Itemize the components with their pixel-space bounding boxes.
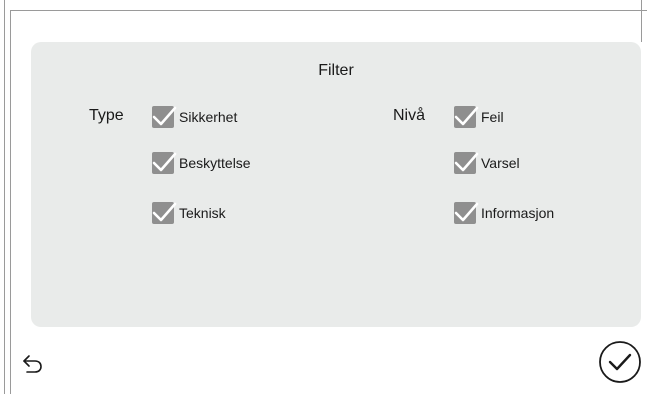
option-varsel[interactable]: Varsel	[454, 152, 520, 174]
option-label-feil: Feil	[481, 109, 504, 125]
window-border-left-outer	[4, 0, 5, 394]
checkmark-icon	[454, 106, 479, 126]
confirm-button[interactable]	[598, 340, 642, 384]
option-informasjon[interactable]: Informasjon	[454, 202, 554, 224]
option-beskyttelse[interactable]: Beskyttelse	[152, 152, 251, 174]
back-button[interactable]	[22, 353, 46, 375]
level-group-label: Nivå	[393, 107, 426, 124]
checkbox-beskyttelse[interactable]	[152, 152, 177, 174]
checkmark-icon	[152, 152, 177, 172]
window-border-top	[10, 10, 647, 11]
option-label-beskyttelse: Beskyttelse	[179, 155, 251, 171]
filter-screen: Filter Type Sikkerhet Beskyttelse Teknis…	[0, 0, 647, 394]
checkbox-teknisk[interactable]	[152, 202, 177, 224]
option-label-teknisk: Teknisk	[179, 205, 226, 221]
circle-check-icon	[599, 341, 641, 383]
option-sikkerhet[interactable]: Sikkerhet	[152, 106, 237, 128]
filter-panel: Filter Type Sikkerhet Beskyttelse Teknis…	[31, 42, 641, 327]
checkmark-icon	[152, 106, 177, 126]
checkbox-sikkerhet[interactable]	[152, 106, 177, 128]
option-label-informasjon: Informasjon	[481, 205, 555, 221]
back-arrow-icon	[23, 355, 42, 373]
window-border-right	[641, 0, 642, 42]
type-group-label: Type	[89, 107, 124, 124]
checkmark-icon	[454, 152, 479, 172]
option-teknisk[interactable]: Teknisk	[152, 202, 226, 224]
checkmark-icon	[454, 202, 479, 222]
option-label-sikkerhet: Sikkerhet	[179, 109, 238, 125]
checkbox-informasjon[interactable]	[454, 202, 479, 224]
option-feil[interactable]: Feil	[454, 106, 504, 128]
checkbox-varsel[interactable]	[454, 152, 479, 174]
filter-title: Filter	[318, 62, 354, 79]
checkmark-icon	[152, 202, 177, 222]
checkbox-feil[interactable]	[454, 106, 479, 128]
window-border-left-inner	[10, 10, 11, 394]
option-label-varsel: Varsel	[481, 155, 520, 171]
